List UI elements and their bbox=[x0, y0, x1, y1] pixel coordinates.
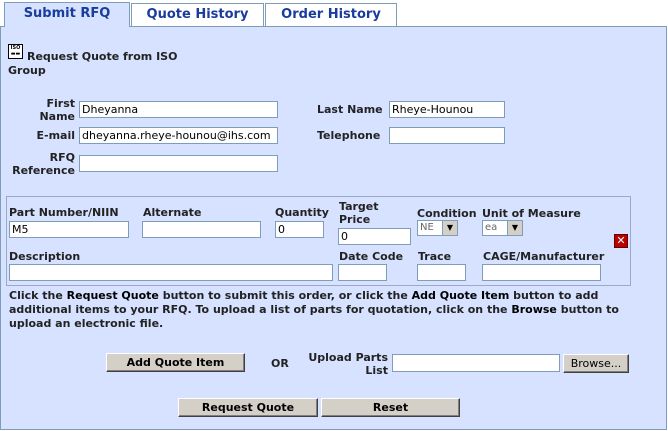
rfq-reference-label: RFQ bbox=[49, 151, 75, 164]
close-icon[interactable]: ✕ bbox=[614, 234, 628, 248]
request-quote-button[interactable]: Request Quote bbox=[178, 398, 318, 417]
part-number-label: Part Number/NIIN bbox=[9, 206, 119, 219]
part-number-field[interactable]: M5 bbox=[9, 221, 129, 238]
telephone-field[interactable] bbox=[389, 127, 505, 144]
instructions-text: Click the Request Quote button to submit… bbox=[9, 289, 619, 330]
target-price-label: Target bbox=[339, 200, 379, 213]
description-field[interactable] bbox=[9, 264, 333, 281]
page-title-line2: Group bbox=[8, 64, 46, 77]
trace-label: Trace bbox=[418, 250, 452, 263]
iso-logo-icon: ISO ▬▬ bbox=[8, 44, 23, 59]
browse-button[interactable]: Browse... bbox=[563, 354, 629, 373]
description-label: Description bbox=[9, 250, 81, 263]
date-code-label: Date Code bbox=[339, 250, 404, 263]
trace-field[interactable] bbox=[417, 264, 466, 281]
add-quote-item-button[interactable]: Add Quote Item bbox=[106, 353, 245, 372]
email-field[interactable]: dheyanna.rheye-hounou@ihs.com bbox=[79, 127, 278, 144]
upload-parts-label: Upload Parts bbox=[308, 351, 388, 364]
or-label: OR bbox=[271, 357, 289, 370]
alternate-label: Alternate bbox=[143, 206, 202, 219]
tab-submit-rfq[interactable]: Submit RFQ bbox=[4, 2, 130, 27]
reset-button[interactable]: Reset bbox=[321, 398, 460, 417]
condition-label: Condition bbox=[417, 207, 477, 220]
cage-manufacturer-label: CAGE/Manufacturer bbox=[483, 250, 605, 263]
first-name-field[interactable]: Dheyanna bbox=[79, 101, 278, 118]
cage-manufacturer-field[interactable] bbox=[482, 264, 601, 281]
unit-of-measure-select[interactable]: ea ▼ bbox=[482, 220, 523, 236]
quantity-label: Quantity bbox=[275, 206, 329, 219]
first-name-label-2: Name bbox=[39, 110, 75, 123]
tab-bar: Submit RFQ Quote History Order History bbox=[0, 0, 668, 27]
chevron-down-icon: ▼ bbox=[507, 221, 522, 235]
last-name-label: Last Name bbox=[317, 103, 383, 116]
chevron-down-icon: ▼ bbox=[442, 221, 457, 235]
tab-quote-history[interactable]: Quote History bbox=[131, 3, 264, 26]
telephone-label: Telephone bbox=[317, 129, 381, 142]
tab-order-history[interactable]: Order History bbox=[265, 3, 397, 26]
upload-file-field[interactable] bbox=[392, 354, 560, 372]
rfq-reference-label-2: Reference bbox=[12, 164, 75, 177]
alternate-field[interactable] bbox=[142, 221, 261, 238]
rfq-reference-field[interactable] bbox=[79, 155, 278, 172]
email-label: E-mail bbox=[36, 129, 75, 142]
condition-select[interactable]: NE ▼ bbox=[417, 220, 458, 236]
quantity-field[interactable]: 0 bbox=[275, 221, 324, 238]
first-name-label: First bbox=[46, 97, 75, 110]
last-name-field[interactable]: Rheye-Hounou bbox=[389, 101, 505, 118]
target-price-label-2: Price bbox=[339, 213, 371, 226]
date-code-field[interactable] bbox=[338, 264, 387, 281]
unit-of-measure-label: Unit of Measure bbox=[482, 207, 581, 220]
target-price-field[interactable]: 0 bbox=[338, 228, 411, 245]
upload-parts-label-2: List bbox=[365, 364, 388, 377]
page-title: Request Quote from ISO bbox=[27, 50, 178, 63]
